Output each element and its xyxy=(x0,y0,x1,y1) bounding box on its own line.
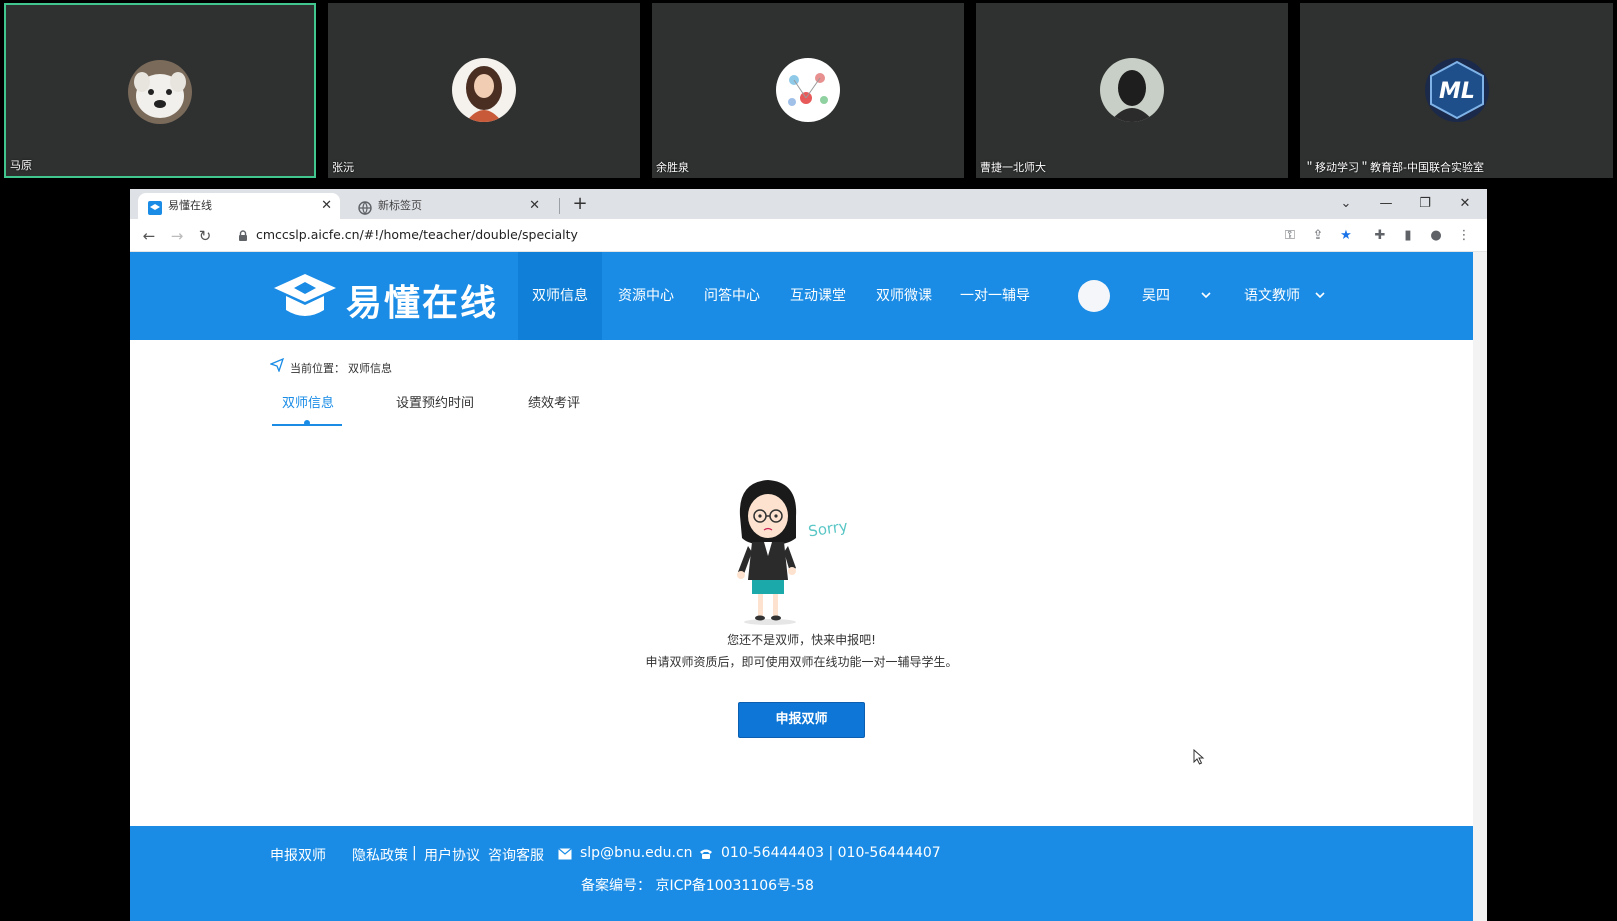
more-menu-icon[interactable]: ⋮ xyxy=(1454,226,1474,246)
diagram-avatar-icon xyxy=(776,58,840,122)
footer-email[interactable]: slp@bnu.edu.cn xyxy=(580,845,693,861)
extensions-puzzle-icon[interactable]: ✚ xyxy=(1370,226,1390,246)
page-scrollbar[interactable] xyxy=(1473,252,1487,921)
tab-newtab[interactable]: 新标签页 ✕ xyxy=(348,193,548,219)
profile-icon[interactable]: ● xyxy=(1426,226,1446,246)
tab-separator xyxy=(559,198,560,214)
user-avatar[interactable] xyxy=(1078,280,1110,312)
reload-icon[interactable]: ↻ xyxy=(194,225,216,247)
close-tab-icon[interactable]: ✕ xyxy=(529,193,540,219)
bookmark-star-icon[interactable]: ★ xyxy=(1336,226,1356,246)
nav-shuangshi-info[interactable]: 双师信息 xyxy=(518,252,602,340)
ml-logo-avatar-icon: ML xyxy=(1424,58,1489,122)
logo-text[interactable]: 易懂在线 xyxy=(346,274,498,326)
screen: 马原 张沅 余胜泉 曹捷一北师大 ML ＂移动学习＂教育部-中国联合实验室 易懂… xyxy=(0,0,1617,921)
tab-strip: 易懂在线 ✕ 新标签页 ✕ + ⌄ — ❐ ✕ xyxy=(130,189,1487,219)
mail-icon xyxy=(558,848,572,860)
participant-name: 余胜泉 xyxy=(656,161,689,174)
tab-yidong[interactable]: 易懂在线 ✕ xyxy=(138,193,340,219)
participant-name: 曹捷一北师大 xyxy=(980,161,1046,174)
footer-apply-link[interactable]: 申报双师 xyxy=(270,845,326,865)
woman-avatar-icon xyxy=(452,58,516,122)
participant-tile[interactable]: 马原 xyxy=(4,3,316,178)
footer-separator: | xyxy=(412,845,417,861)
site-footer: 申报双师 隐私政策 | 用户协议 咨询客服 slp@bnu.edu.cn 010… xyxy=(130,826,1473,921)
subtab-set-appointment[interactable]: 设置预约时间 xyxy=(396,392,474,424)
dog-avatar-icon xyxy=(128,60,192,124)
paper-plane-icon xyxy=(270,358,284,372)
participant-name: 张沅 xyxy=(332,161,354,174)
nav-micro-course[interactable]: 双师微课 xyxy=(876,252,932,340)
key-icon[interactable]: ⚿ xyxy=(1280,226,1300,246)
nav-one-on-one[interactable]: 一对一辅导 xyxy=(960,252,1030,340)
empty-state-title: 您还不是双师，快来申报吧! xyxy=(727,633,876,647)
footer-icp: 备案编号： 京ICP备10031106号-58 xyxy=(581,878,814,894)
footer-phone: 010-56444403 | 010-56444407 xyxy=(721,845,941,861)
apply-shuangshi-button[interactable]: 申报双师 xyxy=(738,702,865,738)
nav-resource-center[interactable]: 资源中心 xyxy=(618,252,674,340)
active-tab-dot xyxy=(304,420,310,426)
site-favicon-icon xyxy=(148,199,162,215)
graduation-cap-logo-icon[interactable] xyxy=(270,268,340,324)
participant-name: ＂移动学习＂教育部-中国联合实验室 xyxy=(1304,161,1484,174)
participant-tile[interactable]: 余胜泉 xyxy=(652,3,964,178)
nav-qa-center[interactable]: 问答中心 xyxy=(704,252,760,340)
sorry-text: Sorry xyxy=(807,517,849,540)
forward-arrow-icon[interactable]: → xyxy=(166,225,188,247)
restore-icon[interactable]: ❐ xyxy=(1411,189,1439,219)
address-bar: ← → ↻ cmccslp.aicfe.cn/#!/home/teacher/d… xyxy=(130,219,1487,252)
minimize-icon[interactable]: — xyxy=(1372,189,1400,219)
participant-name: 马原 xyxy=(10,159,32,172)
svg-text:ML: ML xyxy=(1439,79,1475,104)
participant-tile[interactable]: 张沅 xyxy=(328,3,640,178)
mouse-cursor-icon xyxy=(1193,749,1205,765)
share-icon[interactable]: ⇪ xyxy=(1308,226,1328,246)
lock-icon xyxy=(236,228,250,242)
chevron-down-icon[interactable] xyxy=(1200,289,1212,301)
nav-interactive-class[interactable]: 互动课堂 xyxy=(790,252,846,340)
chevron-down-icon[interactable] xyxy=(1314,289,1326,301)
empty-state-description: 申请双师资质后，即可使用双师在线功能一对一辅导学生。 xyxy=(645,655,958,669)
tab-search-chevron-icon[interactable]: ⌄ xyxy=(1332,189,1360,219)
person-back-avatar-icon xyxy=(1100,58,1164,122)
footer-support-link[interactable]: 咨询客服 xyxy=(488,845,544,865)
tab-title: 易懂在线 xyxy=(168,199,212,212)
globe-icon xyxy=(358,199,372,216)
tab-title: 新标签页 xyxy=(378,199,422,212)
participant-tile[interactable]: ML ＂移动学习＂教育部-中国联合实验室 xyxy=(1300,3,1613,178)
user-name[interactable]: 吴四 xyxy=(1142,252,1170,340)
new-tab-button[interactable]: + xyxy=(568,191,592,217)
browser-window: 易懂在线 ✕ 新标签页 ✕ + ⌄ — ❐ ✕ ← → ↻ cmccslp.ai… xyxy=(130,189,1487,921)
breadcrumb-label: 当前位置： xyxy=(290,362,345,375)
back-arrow-icon[interactable]: ← xyxy=(138,225,160,247)
footer-agreement-link[interactable]: 用户协议 xyxy=(424,845,480,865)
sorry-teacher-illustration: Sorry xyxy=(737,480,849,625)
participant-tile[interactable]: 曹捷一北师大 xyxy=(976,3,1288,178)
phone-icon xyxy=(700,849,712,859)
breadcrumb-current[interactable]: 双师信息 xyxy=(348,360,392,376)
side-panel-icon[interactable]: ▮ xyxy=(1398,226,1418,246)
footer-privacy-link[interactable]: 隐私政策 xyxy=(352,845,408,865)
subtab-performance[interactable]: 绩效考评 xyxy=(528,392,580,424)
user-role[interactable]: 语文教师 xyxy=(1244,252,1300,340)
close-window-icon[interactable]: ✕ xyxy=(1451,189,1479,219)
close-tab-icon[interactable]: ✕ xyxy=(321,193,332,219)
page-viewport: 易懂在线 双师信息 资源中心 问答中心 互动课堂 双师微课 一对一辅导 吴四 语… xyxy=(130,252,1487,921)
site-header: 易懂在线 双师信息 资源中心 问答中心 互动课堂 双师微课 一对一辅导 吴四 语… xyxy=(130,252,1473,340)
url-field[interactable]: cmccslp.aicfe.cn/#!/home/teacher/double/… xyxy=(256,227,578,242)
